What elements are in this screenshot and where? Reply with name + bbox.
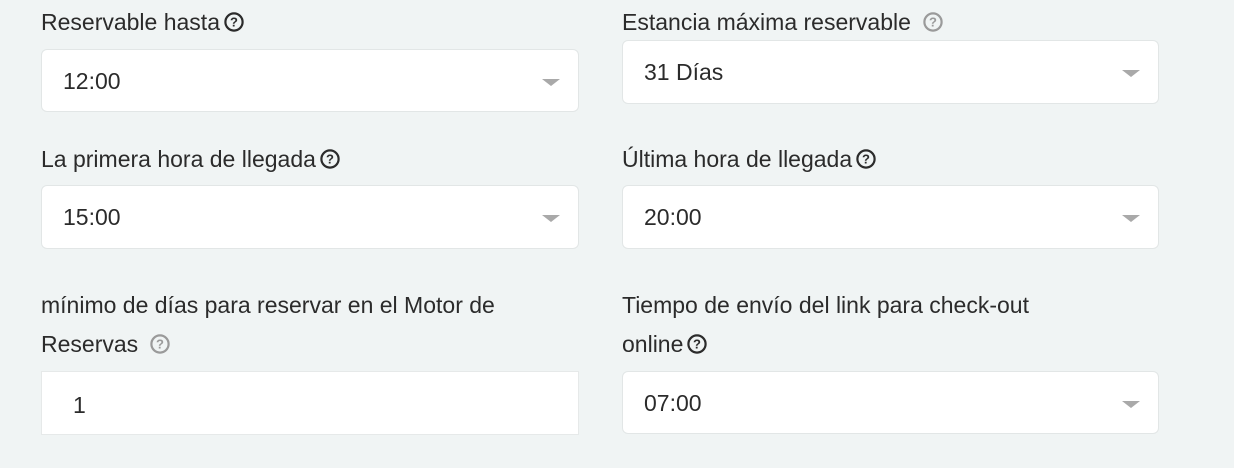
help-icon[interactable]: ? bbox=[224, 12, 244, 32]
first-arrival-select[interactable]: 15:00 bbox=[41, 185, 579, 249]
reservable-until-value: 12:00 bbox=[63, 68, 121, 94]
max-stay-label: Estancia máxima reservable? bbox=[622, 2, 943, 42]
checkout-link-label-line2: online? bbox=[622, 324, 708, 364]
help-icon[interactable]: ? bbox=[320, 149, 340, 169]
svg-text:?: ? bbox=[929, 15, 937, 30]
last-arrival-label: Última hora de llegada? bbox=[622, 139, 876, 179]
checkout-link-label-line1: Tiempo de envío del link para check-out bbox=[622, 285, 1029, 325]
caret-down-icon bbox=[1122, 215, 1140, 222]
caret-down-icon bbox=[542, 215, 560, 222]
min-days-label-text-2: Reservas bbox=[41, 331, 139, 357]
help-icon[interactable]: ? bbox=[687, 334, 708, 354]
svg-text:?: ? bbox=[326, 152, 334, 167]
max-stay-value: 31 Días bbox=[644, 59, 724, 85]
min-days-label-line1: mínimo de días para reservar en el Motor… bbox=[41, 285, 495, 325]
reservable-until-label: Reservable hasta? bbox=[41, 2, 244, 42]
last-arrival-select[interactable]: 20:00 bbox=[622, 185, 1159, 249]
reservable-until-select[interactable]: 12:00 bbox=[41, 49, 579, 112]
max-stay-label-text: Estancia máxima reservable bbox=[622, 9, 911, 35]
last-arrival-label-text: Última hora de llegada bbox=[622, 146, 853, 172]
first-arrival-label: La primera hora de llegada? bbox=[41, 139, 340, 179]
min-days-value: 1 bbox=[73, 392, 86, 418]
max-stay-select[interactable]: 31 Días bbox=[622, 40, 1159, 104]
svg-text:?: ? bbox=[862, 152, 870, 167]
checkout-link-label-text-1: Tiempo de envío del link para check-out bbox=[622, 292, 1029, 318]
first-arrival-value: 15:00 bbox=[63, 204, 121, 230]
svg-text:?: ? bbox=[230, 15, 238, 30]
first-arrival-label-text: La primera hora de llegada bbox=[41, 146, 316, 172]
min-days-input[interactable]: 1 bbox=[41, 371, 579, 435]
caret-down-icon bbox=[1122, 401, 1140, 408]
reservable-until-label-text: Reservable hasta bbox=[41, 9, 220, 35]
checkout-link-label-text-2: online bbox=[622, 331, 684, 357]
help-icon[interactable]: ? bbox=[923, 12, 943, 32]
svg-text:?: ? bbox=[693, 337, 701, 352]
last-arrival-value: 20:00 bbox=[644, 204, 702, 230]
caret-down-icon bbox=[542, 79, 560, 86]
caret-down-icon bbox=[1122, 70, 1140, 77]
svg-text:?: ? bbox=[156, 337, 164, 352]
checkout-link-select[interactable]: 07:00 bbox=[622, 371, 1159, 434]
help-icon[interactable]: ? bbox=[856, 149, 876, 169]
min-days-label-line2: Reservas? bbox=[41, 324, 170, 364]
checkout-link-value: 07:00 bbox=[644, 390, 702, 416]
help-icon[interactable]: ? bbox=[150, 334, 170, 354]
min-days-label-text-1: mínimo de días para reservar en el Motor… bbox=[41, 292, 495, 318]
